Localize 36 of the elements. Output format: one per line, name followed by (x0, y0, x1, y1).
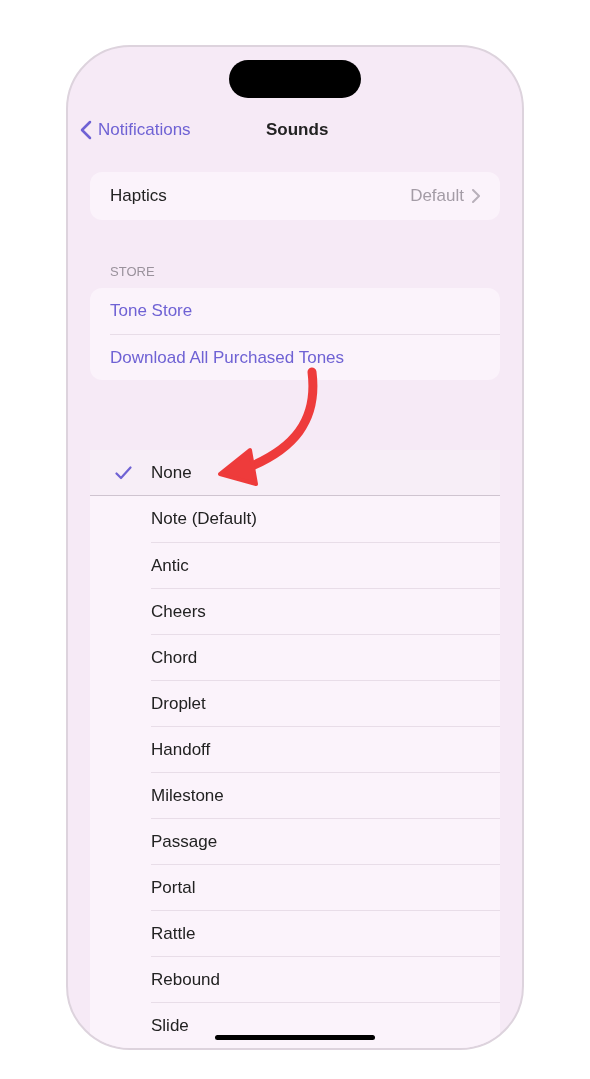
tone-row[interactable]: Handoff (90, 726, 500, 772)
store-link[interactable]: Download All Purchased Tones (110, 344, 345, 371)
tone-row[interactable]: Cheers (90, 588, 500, 634)
tone-row[interactable]: Portal (90, 864, 500, 910)
back-button[interactable]: Notifications (80, 117, 191, 143)
section-header: STORE (109, 264, 156, 280)
tone-row[interactable]: Rattle (90, 910, 500, 956)
tone-row[interactable]: Chord (90, 634, 500, 680)
tone-row[interactable]: Droplet (90, 680, 500, 726)
tone-row[interactable]: Note (Default) (90, 496, 500, 542)
tone-row[interactable]: Antic (90, 542, 500, 588)
tone-name: Rattle (151, 922, 196, 945)
tone-name: Chord (151, 646, 198, 669)
tone-name: Antic (151, 554, 189, 577)
tone-row[interactable]: Milestone (90, 772, 500, 818)
tone-name: None (151, 461, 192, 484)
store-link[interactable]: Tone Store (110, 298, 193, 324)
tone-name: Cheers (151, 600, 206, 623)
tone-row[interactable]: Passage (90, 818, 500, 864)
haptics-row[interactable]: Haptics Default (90, 172, 500, 220)
tone-name: Portal (151, 876, 196, 899)
screen-title: Sounds (266, 119, 329, 142)
haptics-value: Default (410, 185, 464, 208)
back-chevron-icon (80, 120, 92, 140)
checkmark-icon (115, 465, 132, 480)
tone-name: Rebound (151, 968, 220, 991)
chevron-right-icon (472, 189, 480, 203)
tone-row[interactable]: Rebound (90, 956, 500, 1002)
haptics-label: Haptics (110, 185, 167, 208)
tone-name: Handoff (151, 738, 211, 761)
tone-name: Passage (151, 830, 218, 853)
tone-name: Milestone (151, 784, 224, 807)
tone-name: Droplet (151, 692, 206, 715)
tone-name: Slide (151, 1014, 189, 1037)
tone-name: Note (Default) (151, 508, 257, 531)
tone-row[interactable]: None (90, 450, 500, 496)
